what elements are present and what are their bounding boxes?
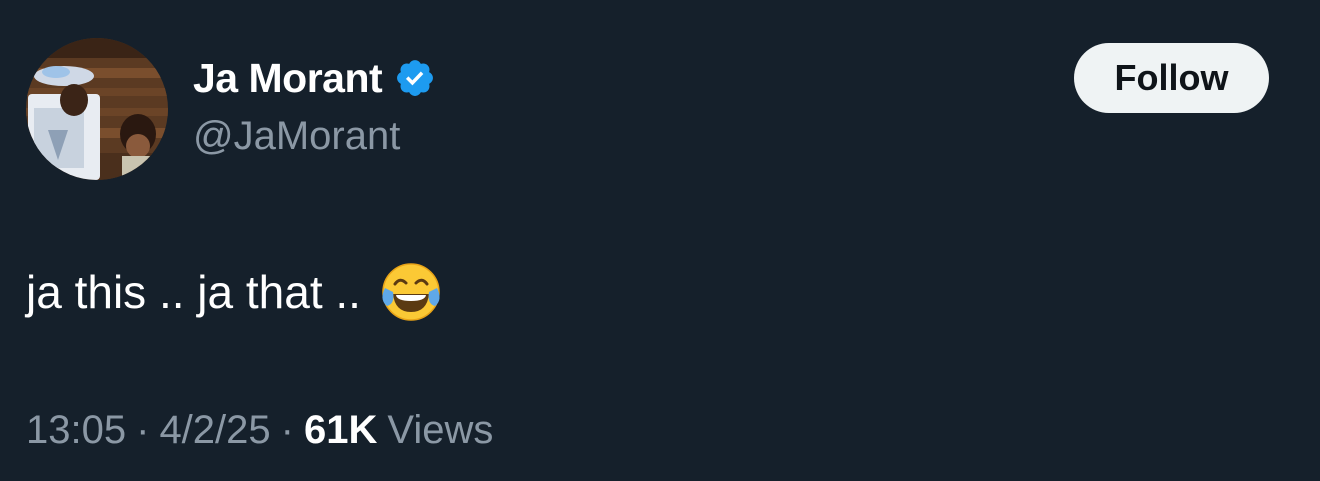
user-info: Ja Morant @JaMorant [193,52,436,159]
face-with-tears-of-joy-emoji [379,260,443,324]
handle[interactable]: @JaMorant [193,114,436,159]
verified-badge-icon [394,57,436,99]
avatar[interactable] [26,38,168,180]
name-row: Ja Morant [193,52,436,104]
tweet-text: ja this .. ja that .. [26,266,361,318]
meta-separator: · [136,408,150,452]
tweet-meta: 13:05 · 4/2/25 · 61K Views [26,408,493,453]
tweet-date[interactable]: 4/2/25 [159,408,270,453]
display-name[interactable]: Ja Morant [193,55,383,102]
follow-button[interactable]: Follow [1074,43,1269,113]
tweet-body: ja this .. ja that .. [26,260,443,324]
tweet-card: Ja Morant @JaMorant Follow ja this .. ja… [0,0,1320,481]
views-label: Views [387,408,494,452]
meta-separator: · [280,408,294,452]
profile-photo [26,38,168,180]
tweet-time[interactable]: 13:05 [26,408,126,453]
views-count: 61K [303,408,378,452]
